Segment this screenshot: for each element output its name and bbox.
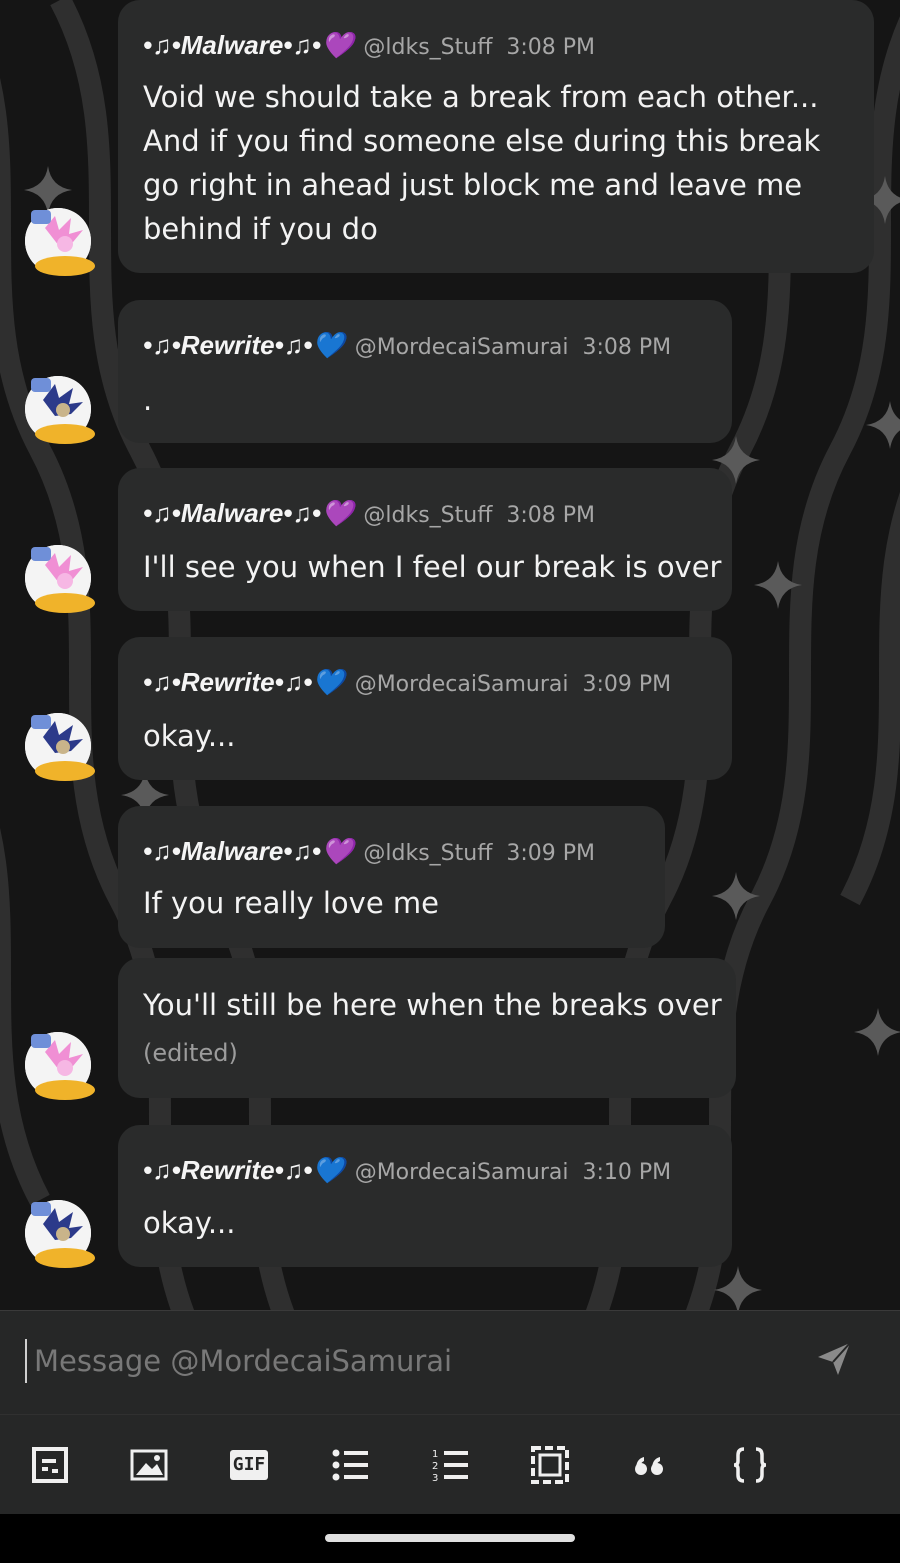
edited-label: (edited) xyxy=(143,1039,238,1067)
gif-icon[interactable]: GIF xyxy=(230,1445,270,1485)
message-text: You'll still be here when the breaks ove… xyxy=(143,983,722,1075)
message-line: go right in ahead just block me and leav… xyxy=(143,168,803,202)
message-bubble[interactable]: •♫•Malware•♫•💜 @ldks_Stuff 3:09 PM If you … xyxy=(118,806,665,948)
message-header: •♫•Malware•♫•💜 @ldks_Stuff 3:08 PM xyxy=(143,28,595,65)
message-header: •♫•Malware•♫•💜 @ldks_Stuff 3:09 PM xyxy=(143,834,595,871)
user-handle[interactable]: @ldks_Stuff xyxy=(363,503,492,528)
message-line: Void we should take a break from each ot… xyxy=(143,80,819,114)
user-handle[interactable]: @MordecaiSamurai xyxy=(355,335,569,360)
message-line: . xyxy=(143,383,153,417)
username-malware[interactable]: •♫•Malware•♫•💜 xyxy=(143,836,353,866)
message-header: •♫•Rewrite•♫•💙 @MordecaiSamurai 3:09 PM xyxy=(143,665,671,702)
message-line: And if you find someone else during this… xyxy=(143,124,821,158)
avatar-rewrite[interactable] xyxy=(25,1200,95,1268)
user-handle[interactable]: @ldks_Stuff xyxy=(363,841,492,866)
embed-icon[interactable] xyxy=(530,1445,570,1485)
username-malware[interactable]: •♫•Malware•♫•💜 xyxy=(143,30,353,60)
quote-icon[interactable] xyxy=(630,1445,670,1485)
message-bubble[interactable]: •♫•Rewrite•♫•💙 @MordecaiSamurai 3:08 PM . xyxy=(118,300,732,443)
message-header: •♫•Malware•♫•💜 @ldks_Stuff 3:08 PM xyxy=(143,496,595,533)
message-line: okay... xyxy=(143,1206,236,1240)
username-malware[interactable]: •♫•Malware•♫•💜 xyxy=(143,498,353,528)
home-indicator[interactable] xyxy=(325,1534,575,1542)
timestamp: 3:09 PM xyxy=(582,672,672,697)
username-rewrite[interactable]: •♫•Rewrite•♫•💙 xyxy=(143,1155,345,1185)
timestamp: 3:08 PM xyxy=(506,503,596,528)
avatar-malware[interactable] xyxy=(25,208,95,276)
avatar-malware[interactable] xyxy=(25,545,95,613)
timestamp: 3:09 PM xyxy=(506,841,596,866)
message-line: I'll see you when I feel our break is ov… xyxy=(143,550,722,584)
message-line: You'll still be here when the breaks ove… xyxy=(143,988,722,1022)
timestamp: 3:10 PM xyxy=(582,1160,672,1185)
timestamp: 3:08 PM xyxy=(582,335,672,360)
code-block-icon[interactable] xyxy=(730,1445,770,1485)
user-handle[interactable]: @ldks_Stuff xyxy=(363,35,492,60)
send-icon[interactable] xyxy=(816,1341,852,1377)
spoiler-icon[interactable] xyxy=(30,1445,70,1485)
username-rewrite[interactable]: •♫•Rewrite•♫•💙 xyxy=(143,667,345,697)
message-header: •♫•Rewrite•♫•💙 @MordecaiSamurai 3:08 PM xyxy=(143,328,671,365)
message-line: behind if you do xyxy=(143,212,378,246)
message-bubble[interactable]: You'll still be here when the breaks ove… xyxy=(118,958,736,1098)
timestamp: 3:08 PM xyxy=(506,35,596,60)
user-handle[interactable]: @MordecaiSamurai xyxy=(355,672,569,697)
message-text: . xyxy=(143,378,152,422)
text-cursor xyxy=(25,1339,27,1383)
avatar-rewrite[interactable] xyxy=(25,376,95,444)
message-bubble[interactable]: •♫•Rewrite•♫•💙 @MordecaiSamurai 3:10 PM ok… xyxy=(118,1125,732,1267)
svg-text:2: 2 xyxy=(432,1461,438,1472)
formatting-toolbar: GIF 1 2 3 xyxy=(0,1414,900,1515)
message-text: okay... xyxy=(143,1201,235,1245)
gif-label: GIF xyxy=(230,1450,268,1480)
username-rewrite[interactable]: •♫•Rewrite•♫•💙 xyxy=(143,330,345,360)
message-text: If you really love me xyxy=(143,881,439,925)
svg-text:3: 3 xyxy=(432,1473,438,1484)
avatar-malware[interactable] xyxy=(25,1032,95,1100)
numbered-list-icon[interactable]: 1 2 3 xyxy=(430,1445,470,1485)
message-header: •♫•Rewrite•♫•💙 @MordecaiSamurai 3:10 PM xyxy=(143,1153,671,1190)
user-handle[interactable]: @MordecaiSamurai xyxy=(355,1160,569,1185)
message-text: okay... xyxy=(143,714,235,758)
message-text: I'll see you when I feel our break is ov… xyxy=(143,545,722,589)
message-input[interactable]: Message @MordecaiSamurai xyxy=(34,1339,452,1383)
avatar-rewrite[interactable] xyxy=(25,713,95,781)
message-composer: Message @MordecaiSamurai xyxy=(0,1310,900,1415)
message-text: Void we should take a break from each ot… xyxy=(143,75,820,251)
image-icon[interactable] xyxy=(130,1445,170,1485)
message-bubble[interactable]: •♫•Malware•♫•💜 @ldks_Stuff 3:08 PM I'll se… xyxy=(118,468,732,611)
message-bubble[interactable]: •♫•Rewrite•♫•💙 @MordecaiSamurai 3:09 PM ok… xyxy=(118,637,732,780)
message-bubble[interactable]: •♫•Malware•♫•💜 @ldks_Stuff 3:08 PM Void we… xyxy=(118,0,874,273)
message-line: okay... xyxy=(143,719,236,753)
bulleted-list-icon[interactable] xyxy=(330,1445,370,1485)
svg-text:1: 1 xyxy=(432,1449,438,1460)
message-line: If you really love me xyxy=(143,886,439,920)
